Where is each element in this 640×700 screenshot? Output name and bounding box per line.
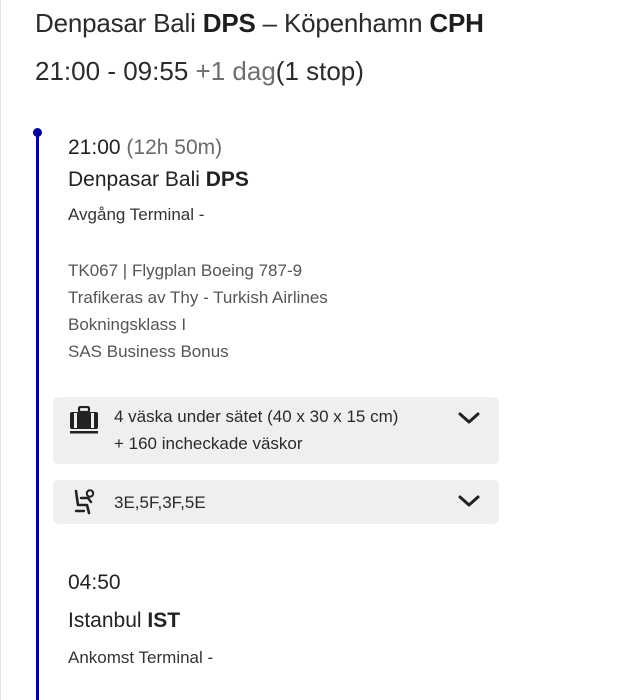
trip-arrival-time: 09:55 — [123, 56, 189, 86]
arrival-airport: Istanbul IST — [68, 609, 180, 633]
destination-code: CPH — [429, 8, 484, 38]
stops-count: (1 stop) — [275, 56, 364, 86]
time-separator: - — [107, 56, 116, 86]
operated-by: Trafikeras av Thy - Turkish Airlines — [68, 288, 328, 307]
route-title: Denpasar Bali DPS – Köpenhamn CPH — [35, 8, 484, 39]
departure-time: 21:00 — [68, 136, 121, 159]
day-offset: +1 dag — [195, 56, 276, 86]
baggage-card[interactable]: 4 väska under sätet (40 x 30 x 15 cm) + … — [53, 397, 499, 464]
panel-border — [0, 0, 1, 700]
origin-city: Denpasar Bali — [35, 8, 196, 38]
route-separator: – — [262, 8, 277, 38]
suitcase-icon — [70, 406, 98, 434]
arrival-time: 04:50 — [68, 571, 121, 594]
departure-code: DPS — [205, 168, 249, 191]
flight-info: TK067 | Flygplan Boeing 787-9 Trafikeras… — [68, 257, 328, 365]
departure-terminal: Avgång Terminal - — [68, 205, 205, 224]
bonus-program: SAS Business Bonus — [68, 342, 229, 361]
origin-code: DPS — [202, 8, 256, 38]
flight-number-aircraft: TK067 | Flygplan Boeing 787-9 — [68, 261, 303, 280]
timeline-line — [36, 133, 39, 700]
chevron-down-icon[interactable] — [457, 494, 481, 508]
seat-numbers: 3E,5F,3F,5E — [114, 493, 206, 512]
chevron-down-icon[interactable] — [457, 411, 481, 425]
departure-airport: Denpasar Bali DPS — [68, 168, 249, 192]
baggage-checked: + 160 incheckade väskor — [114, 434, 303, 453]
trip-times: 21:00 - 09:55 +1 dag(1 stop) — [35, 56, 364, 87]
arrival-city: Istanbul — [68, 609, 142, 632]
seats-card[interactable]: 3E,5F,3F,5E — [53, 480, 499, 524]
booking-class: Bokningsklass I — [68, 315, 187, 334]
trip-departure-time: 21:00 — [35, 56, 101, 86]
destination-city: Köpenhamn — [283, 8, 423, 38]
departure-time-row: 21:00 (12h 50m) — [68, 136, 222, 160]
departure-city: Denpasar Bali — [68, 168, 200, 191]
flight-duration: (12h 50m) — [126, 136, 223, 159]
arrival-code: IST — [147, 609, 181, 632]
arrival-terminal: Ankomst Terminal - — [68, 648, 214, 667]
baggage-cabin: 4 väska under sätet (40 x 30 x 15 cm) — [114, 407, 399, 426]
seat-icon — [74, 489, 95, 515]
